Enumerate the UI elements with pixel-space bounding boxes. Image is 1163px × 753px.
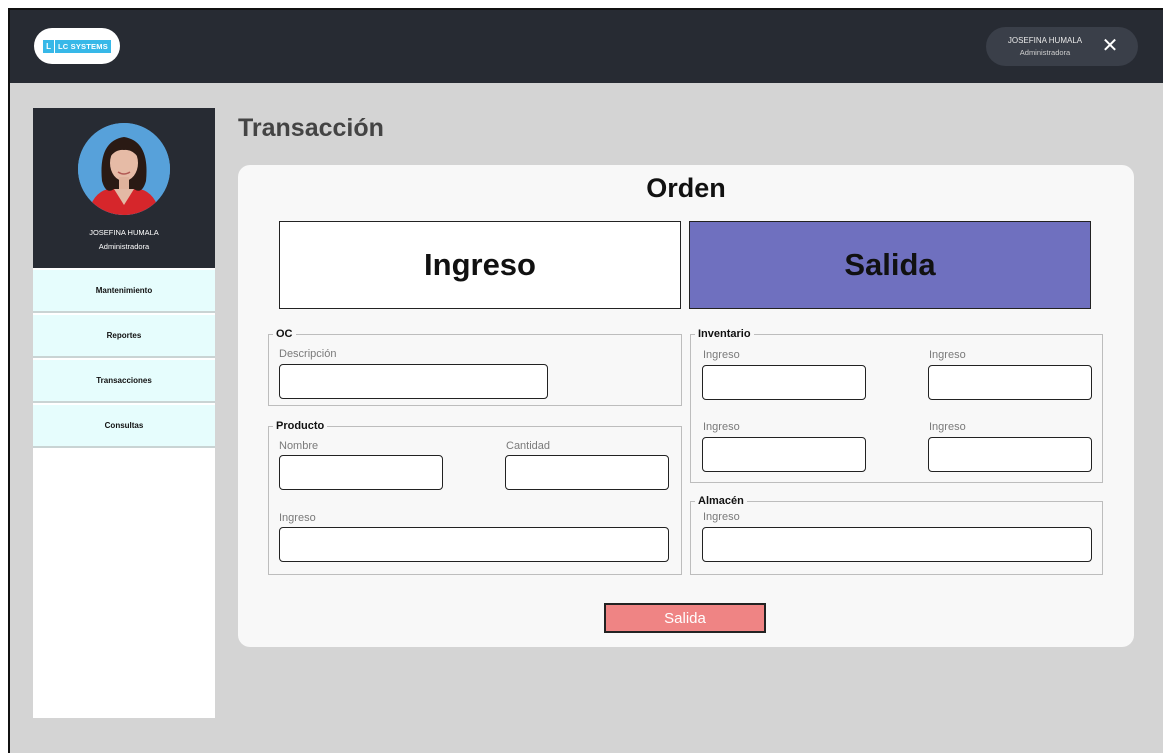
nombre-label: Nombre (279, 440, 319, 452)
inventario-ingreso-label: Ingreso (703, 349, 740, 361)
user-role: Administradora (1019, 48, 1071, 57)
oc-legend: OC (276, 328, 293, 340)
inventario-ingreso-input[interactable] (928, 365, 1092, 400)
profile-panel: JOSEFINA HUMALA Administradora (33, 108, 215, 268)
producto-ingreso-label: Ingreso (279, 512, 316, 524)
inventario-ingreso-input[interactable] (928, 437, 1092, 472)
inventario-ingreso-label: Ingreso (703, 421, 740, 433)
avatar (78, 123, 170, 215)
producto-legend: Producto (276, 420, 325, 432)
top-bar: L LC SYSTEMS JOSEFINA HUMALA Administrad… (10, 10, 1163, 83)
tab-salida[interactable]: Salida (689, 221, 1091, 309)
user-name: JOSEFINA HUMALA (1007, 36, 1083, 45)
inventario-ingreso-input[interactable] (702, 365, 866, 400)
sidebar: JOSEFINA HUMALA Administradora Mantenimi… (33, 108, 215, 718)
sidebar-item-transacciones[interactable]: Transacciones (33, 360, 215, 403)
cantidad-label: Cantidad (506, 440, 551, 452)
inventario-ingreso-label: Ingreso (929, 421, 966, 433)
sidebar-item-reportes[interactable]: Reportes (33, 315, 215, 358)
profile-name: JOSEFINA HUMALA (89, 228, 159, 237)
inventario-ingreso-label: Ingreso (929, 349, 966, 361)
nombre-input[interactable] (279, 455, 443, 490)
producto-ingreso-input[interactable] (279, 527, 669, 562)
page-title: Transacción (238, 114, 384, 142)
almacen-ingreso-input[interactable] (702, 527, 1092, 562)
almacen-ingreso-label: Ingreso (703, 511, 740, 523)
salida-submit-button[interactable]: Salida (604, 603, 766, 633)
inventario-legend: Inventario (698, 328, 751, 340)
card-title: Orden (646, 173, 726, 203)
logo-text: LC SYSTEMS (57, 41, 108, 51)
user-menu[interactable]: JOSEFINA HUMALA Administradora ✕ (986, 27, 1138, 66)
sidebar-item-mantenimiento[interactable]: Mantenimiento (33, 270, 215, 313)
almacen-legend: Almacén (698, 495, 744, 507)
avatar-portrait (78, 123, 170, 215)
close-icon[interactable]: ✕ (1099, 35, 1121, 57)
app-frame: L LC SYSTEMS JOSEFINA HUMALA Administrad… (8, 8, 1163, 753)
order-card: Orden Ingreso Salida OC Descripción Prod… (238, 165, 1134, 647)
logo[interactable]: L LC SYSTEMS (34, 28, 120, 64)
descripcion-input[interactable] (279, 364, 548, 399)
logo-badge: L LC SYSTEMS (43, 39, 111, 53)
cantidad-input[interactable] (505, 455, 669, 490)
descripcion-label: Descripción (279, 348, 337, 360)
profile-role: Administradora (98, 242, 150, 251)
sidebar-item-consultas[interactable]: Consultas (33, 405, 215, 448)
inventario-ingreso-input[interactable] (702, 437, 866, 472)
logo-mark: L (46, 39, 55, 53)
tab-ingreso[interactable]: Ingreso (279, 221, 681, 309)
